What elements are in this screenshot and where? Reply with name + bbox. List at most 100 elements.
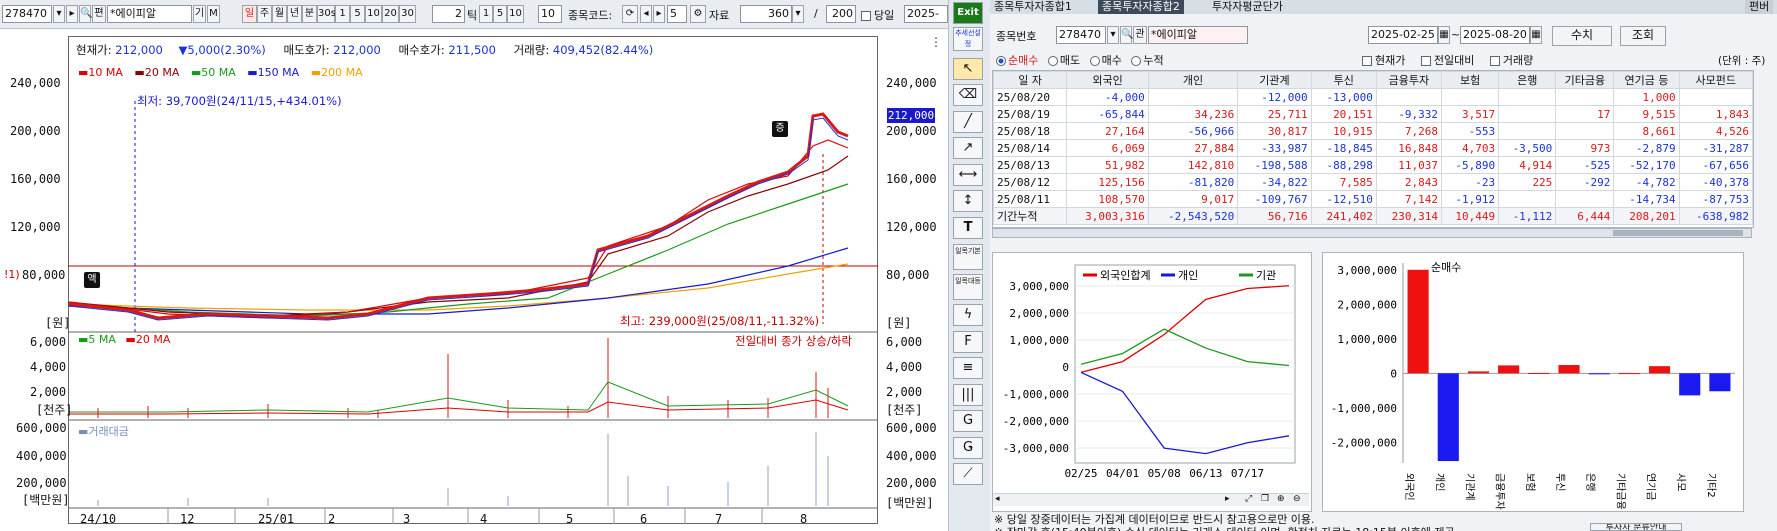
tick-5[interactable]: 5 [493, 5, 507, 23]
radio-sell[interactable]: 매도 [1047, 54, 1080, 67]
tab-investor-avg-price[interactable]: 투자자평균단가 [1208, 0, 1287, 14]
tick-input[interactable]: 2 [432, 5, 465, 23]
zoom-out-icon[interactable]: ⊖ [1293, 494, 1301, 504]
speed-line-icon[interactable]: ⟋ [953, 463, 983, 485]
check-volume[interactable]: 거래량 [1489, 54, 1533, 67]
zoom-in-icon[interactable]: ⊕ [1277, 494, 1285, 504]
date-input[interactable]: 2025-0 [904, 5, 948, 23]
tick-1[interactable]: 1 [479, 5, 493, 23]
trendline-settings-button[interactable]: 추세선설정 [953, 27, 983, 51]
m-button[interactable]: M [207, 5, 220, 23]
table-row[interactable]: 25/08/20 -4,000 -12,000 -13,000 1,000 [993, 88, 1753, 106]
col-bank[interactable]: 은행 [1498, 71, 1557, 89]
col-pension[interactable]: 연기금 등 [1613, 71, 1680, 89]
line-chart-scrollbar[interactable]: ◂ ▸ ⤢ ❐ ⊕ ⊖ [993, 493, 1309, 506]
right-code-input[interactable]: 278470 [1056, 26, 1106, 44]
right-code-dropdown[interactable]: ▾ [1107, 26, 1119, 44]
period-week[interactable]: 주 [257, 5, 272, 23]
period-20[interactable]: 20 [382, 5, 399, 23]
gann-fan-icon[interactable]: G [953, 410, 983, 432]
text-tool-icon[interactable]: T [953, 217, 983, 239]
bars-icon[interactable]: ||| [953, 384, 983, 406]
data-count-select[interactable]: 360 [740, 5, 792, 23]
today-checkbox[interactable]: 당일 [861, 7, 894, 23]
table-row[interactable]: 25/08/14 6,069 27,884 -33,987 -18,845 16,848 4… [993, 139, 1753, 157]
scroll-left-icon[interactable]: ◂ [995, 494, 1000, 504]
cursor-icon[interactable]: ↖ [953, 58, 983, 80]
table-hscroll-thumb[interactable] [1613, 230, 1743, 236]
table-row[interactable]: 25/08/19 -65,844 34,236 25,711 20,151 -9,332 3… [993, 105, 1753, 123]
table-total-row[interactable]: 기간누적 3,003,316 -2,543,520 56,716 241,402 230,… [993, 207, 1753, 225]
period-1[interactable]: 1 [335, 5, 350, 23]
amount-button[interactable]: 수치 [1552, 26, 1612, 46]
data-dropdown-icon[interactable]: ▾ [792, 5, 804, 23]
tick-value-field[interactable]: 10 [538, 5, 562, 23]
chart-expand-icon[interactable]: ⋮ [930, 35, 942, 49]
col-financial[interactable]: 금융투자 [1375, 71, 1443, 89]
display-count-input[interactable]: 200 [826, 5, 856, 23]
settings-icon[interactable]: ⚙ [690, 5, 706, 23]
check-change[interactable]: 전일대비 [1420, 54, 1474, 67]
event-marker-b[interactable]: 증 [772, 121, 788, 137]
prev-icon[interactable]: ◂ [640, 5, 652, 23]
col-foreign[interactable]: 외국인 [1066, 71, 1149, 89]
investor-guide-button[interactable]: 투자자 분류안내 [1590, 523, 1682, 531]
period-year[interactable]: 년 [287, 5, 302, 23]
right-memo-button[interactable]: 관 [1133, 26, 1147, 44]
code-dropdown-button[interactable]: ▾ [53, 5, 65, 23]
table-row[interactable]: 25/08/18 27,164 -56,966 30,817 10,915 7,268 -5… [993, 122, 1753, 140]
tab-investor-summary-2[interactable]: 종목투자자종합2 [1098, 0, 1184, 14]
period-30s[interactable]: 30s [317, 5, 336, 23]
search-icon[interactable]: 🔍 [79, 5, 92, 23]
table-row[interactable]: 25/08/11 108,570 9,017 -109,767 -12,510 7,142… [993, 190, 1753, 208]
ichimoku-equal-button[interactable]: 일목대등 [953, 274, 983, 300]
scroll-right-icon[interactable]: ▸ [1225, 494, 1230, 504]
period-5[interactable]: 5 [350, 5, 365, 23]
date-from-calendar-icon[interactable]: ▦ [1438, 26, 1450, 44]
ray-tool-icon[interactable]: ↗ [953, 137, 983, 159]
period-month[interactable]: 월 [272, 5, 287, 23]
line-tool-icon[interactable]: ╱ [953, 111, 983, 133]
query-button[interactable]: 조회 [1620, 26, 1666, 46]
right-search-icon[interactable]: 🔍 [1120, 26, 1133, 44]
eraser-icon[interactable]: ⌫ [953, 84, 983, 106]
period-day[interactable]: 일 [242, 5, 257, 23]
horizontal-line-icon[interactable]: ⟷ [953, 164, 983, 186]
next-stock-button[interactable]: ▸ [66, 5, 78, 23]
exit-button[interactable]: Exit [953, 2, 983, 24]
vertical-line-icon[interactable]: ↕ [953, 190, 983, 212]
date-to-calendar-icon[interactable]: ▦ [1530, 26, 1542, 44]
fibonacci-icon[interactable]: F [953, 331, 983, 353]
table-hscroll[interactable] [992, 228, 1752, 238]
period-30[interactable]: 30 [399, 5, 416, 23]
refresh-icon[interactable]: ⟳ [622, 5, 638, 23]
check-current-price[interactable]: 현재가 [1362, 54, 1405, 67]
col-trust[interactable]: 투신 [1310, 71, 1377, 89]
table-row[interactable]: 25/08/12 125,156 -81,820 -34,822 7,585 2,843-… [993, 173, 1753, 191]
radio-cumulative[interactable]: 누적 [1131, 54, 1164, 67]
col-date[interactable]: 일 자 [993, 71, 1068, 89]
radio-net-buy[interactable]: 순매수 [996, 54, 1038, 67]
fan-tool-icon[interactable]: ϟ [953, 304, 983, 326]
channel-icon[interactable]: ≡ [953, 357, 983, 379]
expand-icon[interactable]: ⤢ [1245, 494, 1252, 504]
col-insurance[interactable]: 보험 [1441, 71, 1500, 89]
tick-10[interactable]: 10 [507, 5, 524, 23]
period-minute[interactable]: 분 [302, 5, 317, 23]
col-individual[interactable]: 개인 [1147, 71, 1239, 89]
table-row[interactable]: 25/08/13 51,982 142,810 -198,588 -88,298 11,0… [993, 156, 1753, 174]
corner-tab[interactable]: 편버 [1745, 0, 1774, 14]
next-icon[interactable]: ▸ [653, 5, 665, 23]
tab-investor-summary-1[interactable]: 종목투자자종합1 [990, 0, 1076, 14]
memo-button[interactable]: 편 [92, 5, 106, 23]
radio-buy[interactable]: 매수 [1089, 54, 1122, 67]
date-from-input[interactable]: 2025-02-25 [1368, 26, 1438, 44]
event-marker-a[interactable]: 액 [84, 272, 100, 288]
ichimoku-basic-button[interactable]: 일목기본 [953, 244, 983, 270]
count-input[interactable]: 5 [667, 5, 687, 23]
date-to-input[interactable]: 2025-08-20 [1460, 26, 1530, 44]
col-other-financial[interactable]: 기타금융 [1555, 71, 1615, 89]
gi-button[interactable]: 기 [193, 5, 206, 23]
period-10[interactable]: 10 [365, 5, 382, 23]
copy-icon[interactable]: ❐ [1261, 494, 1269, 504]
